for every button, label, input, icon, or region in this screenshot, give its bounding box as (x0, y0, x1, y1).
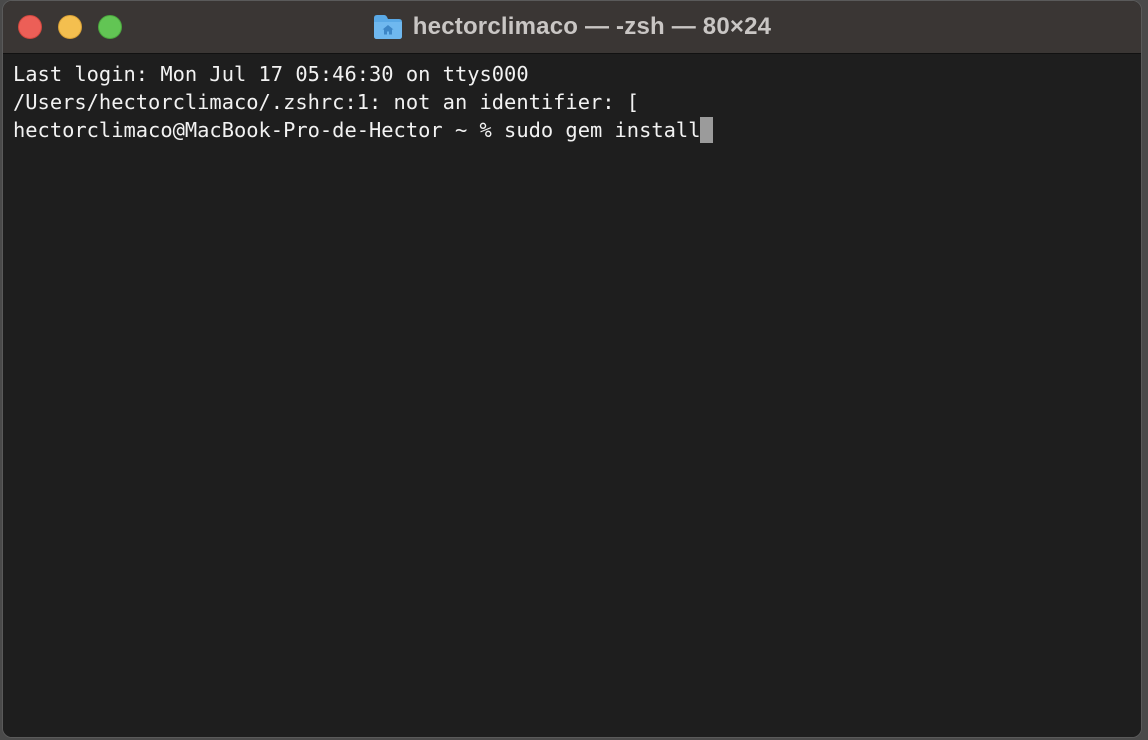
terminal-prompt-line[interactable]: hectorclimaco@MacBook-Pro-de-Hector ~ % … (13, 116, 1141, 144)
prompt-command: hectorclimaco@MacBook-Pro-de-Hector ~ % … (13, 118, 701, 142)
terminal-line-last-login: Last login: Mon Jul 17 05:46:30 on ttys0… (13, 62, 529, 86)
terminal-window: hectorclimaco — -zsh — 80×24 Last login:… (2, 0, 1142, 738)
window-title-group: hectorclimaco — -zsh — 80×24 (3, 1, 1141, 53)
home-folder-icon (373, 14, 403, 40)
terminal-line-zshrc-error: /Users/hectorclimaco/.zshrc:1: not an id… (13, 90, 640, 114)
text-cursor (700, 117, 714, 143)
title-bar[interactable]: hectorclimaco — -zsh — 80×24 (3, 1, 1141, 54)
window-title: hectorclimaco — -zsh — 80×24 (412, 13, 772, 40)
terminal-output[interactable]: Last login: Mon Jul 17 05:46:30 on ttys0… (3, 54, 1141, 737)
